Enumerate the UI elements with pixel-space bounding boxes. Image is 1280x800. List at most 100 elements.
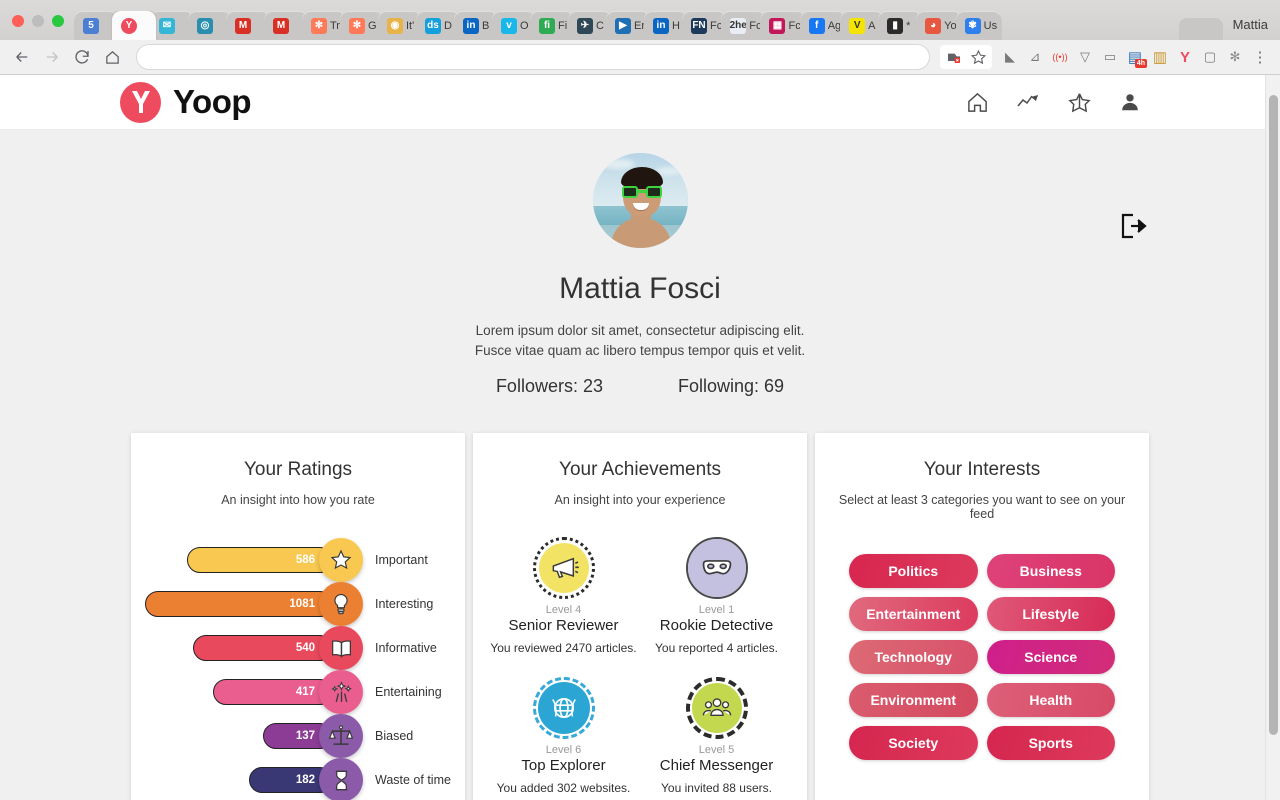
interest-pill[interactable]: Society	[849, 726, 978, 761]
forward-button[interactable]	[38, 43, 66, 71]
interest-pill[interactable]: Sports	[986, 726, 1115, 761]
tab-favicon-icon: ▮	[887, 17, 904, 34]
hourglass-icon[interactable]	[319, 758, 363, 800]
interest-pill-label: Entertainment	[866, 606, 961, 623]
interest-pill-label: Society	[888, 735, 939, 752]
sparkles-icon[interactable]	[319, 670, 363, 715]
tab-title: A	[868, 19, 876, 32]
ratings-list: 586 Important 1081 Interesting 540 Informativ…	[145, 538, 451, 800]
back-button[interactable]	[8, 43, 36, 71]
minimize-window-button[interactable]	[32, 15, 44, 27]
achievements-card-title: Your Achievements	[559, 459, 721, 481]
interest-pill[interactable]: Environment	[849, 683, 978, 718]
cards-row: Your Ratings An insight into how you rat…	[0, 433, 1280, 800]
rating-label: Interesting	[375, 597, 434, 612]
interest-pill[interactable]: Lifestyle	[986, 597, 1115, 632]
achievement-level: Level 5	[698, 744, 735, 757]
trending-icon[interactable]	[1016, 90, 1040, 114]
hubspot-icon[interactable]: ✻	[1223, 45, 1247, 69]
interests-card-subtitle: Select at least 3 categories you want to…	[838, 493, 1126, 522]
scales-icon[interactable]	[319, 714, 363, 759]
wifi-signal-icon[interactable]: ((•))	[1048, 45, 1072, 69]
tab-favicon-icon: ✾	[964, 17, 981, 34]
yoop-icon[interactable]: Y	[1173, 45, 1197, 69]
wifi-signal-icon-glyph: ((•))	[1052, 52, 1068, 62]
achievement-description: You added 302 websites.	[496, 781, 631, 796]
following-count[interactable]: Following: 69	[678, 376, 784, 397]
tab-title: C	[596, 19, 604, 32]
reload-button[interactable]	[68, 43, 96, 71]
rating-value: 586	[295, 554, 315, 567]
browser-tab[interactable]: ✾ Us	[955, 11, 1003, 40]
inbox-icon[interactable]: ▽	[1073, 45, 1097, 69]
cast-icon[interactable]: ⊿	[1023, 45, 1047, 69]
new-tab-button[interactable]	[1178, 18, 1223, 40]
achievement-description: You reviewed 2470 articles.	[490, 641, 637, 656]
tab-title: Ag	[827, 19, 842, 32]
rating-bar-track: 137	[145, 714, 363, 759]
rating-row: 417 Entertaining	[145, 670, 451, 715]
achievement-description: You reported 4 articles.	[655, 641, 778, 656]
chat-icon-glyph: ▢	[1203, 49, 1217, 64]
browser-chrome: 5 Y ✉ ◎ M M ✻ Tr ✻ G ◉ It' ds Din Bv Ofi Fi ✈ C ▶ Er in H FN Fc 2…	[0, 0, 1280, 75]
window-controls	[6, 15, 74, 40]
interest-pill-label: Science	[1024, 649, 1078, 666]
pin-icon[interactable]	[1067, 90, 1091, 114]
achievement-badge	[685, 537, 748, 600]
interests-card: Your Interests Select at least 3 categor…	[815, 433, 1149, 800]
home-icon[interactable]	[965, 90, 989, 114]
cast-icon-glyph: ⊿	[1029, 49, 1041, 64]
tab-favicon-icon: FN	[691, 17, 707, 34]
account-icon[interactable]	[1118, 90, 1142, 114]
page-scrollbar-thumb[interactable]	[1269, 95, 1278, 735]
achievement-badge	[532, 537, 595, 600]
achievement-item[interactable]: Level 4 Senior Reviewer You reviewed 2470 …	[487, 537, 640, 655]
page-scrollbar[interactable]	[1265, 75, 1280, 800]
avatar[interactable]	[592, 153, 688, 248]
interest-pill[interactable]: Business	[986, 554, 1115, 589]
browser-tab[interactable]: Y	[112, 11, 156, 40]
bulb-icon[interactable]	[319, 582, 363, 627]
rating-bar-track: 1081	[145, 582, 363, 627]
rating-bar: 1081	[145, 591, 333, 618]
followers-count[interactable]: Followers: 23	[496, 376, 603, 397]
book-icon[interactable]	[319, 626, 363, 671]
bookmark-star-icon[interactable]	[966, 45, 990, 69]
home-button[interactable]	[98, 43, 126, 71]
address-bar[interactable]	[136, 44, 930, 70]
rating-label: Important	[375, 553, 428, 568]
interest-pill[interactable]: Entertainment	[849, 597, 978, 632]
interest-pill[interactable]: Politics	[849, 554, 978, 589]
tab-title: Fi	[558, 19, 568, 32]
star-icon[interactable]	[319, 538, 363, 583]
chat-icon[interactable]: ▢	[1198, 45, 1222, 69]
menu-kebab-icon[interactable]: ⋮	[1248, 45, 1272, 69]
ratings-card-subtitle: An insight into how you rate	[221, 493, 375, 508]
block-icon[interactable]	[942, 45, 966, 69]
rating-bar: 586	[187, 547, 333, 574]
yoop-logo[interactable]: Yoop	[120, 81, 252, 123]
evernote-icon[interactable]: ◣	[998, 45, 1022, 69]
globe-icon	[537, 682, 590, 735]
document-icon[interactable]: ▭	[1098, 45, 1122, 69]
rating-value: 1081	[289, 598, 315, 611]
interest-pill[interactable]: Health	[986, 683, 1115, 718]
achievement-badge	[532, 677, 595, 740]
tab-favicon-icon: M	[273, 17, 289, 34]
logout-icon[interactable]	[1118, 211, 1150, 241]
tab-favicon-icon: ◉	[387, 17, 403, 34]
rating-label: Waste of time	[375, 773, 451, 788]
interest-pill[interactable]: Science	[986, 640, 1115, 675]
keyboard-icon[interactable]: ▥	[1148, 45, 1172, 69]
achievement-item[interactable]: Level 1 Rookie Detective You reported 4 ar…	[640, 537, 793, 655]
profile-stats: Followers: 23 Following: 69	[0, 376, 1280, 397]
interest-pill[interactable]: Technology	[849, 640, 978, 675]
achievement-item[interactable]: Level 6 Top Explorer You added 302 website…	[487, 677, 640, 795]
rating-row: 137 Biased	[145, 714, 451, 759]
extension-icons: ◣ ⊿ ((•)) ▽ ▭ ▤ 4h ▥ Y ▢ ✻ ⋮	[998, 45, 1272, 69]
maximize-window-button[interactable]	[52, 15, 64, 27]
browser-profile-name[interactable]: Mattia	[1223, 17, 1280, 40]
achievement-item[interactable]: Level 5 Chief Messenger You invited 88 use…	[640, 677, 793, 795]
close-window-button[interactable]	[12, 15, 24, 27]
timer-icon[interactable]: ▤ 4h	[1123, 45, 1147, 69]
